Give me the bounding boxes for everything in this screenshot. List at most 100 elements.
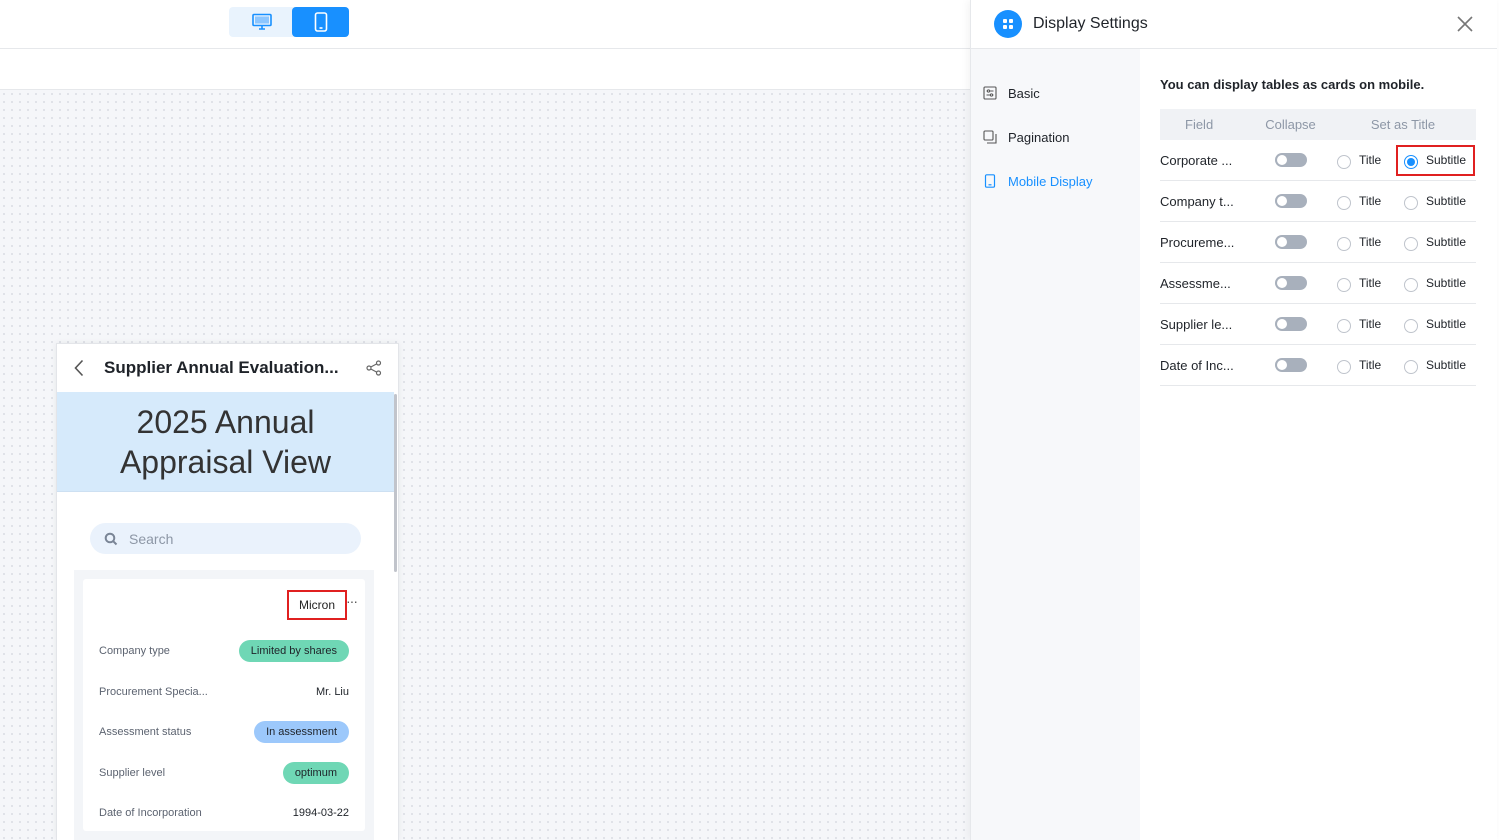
search-icon	[104, 532, 118, 545]
intro-text: You can display tables as cards on mobil…	[1160, 77, 1425, 92]
subtitle-radio[interactable]: Subtitle	[1396, 144, 1476, 176]
subtitle-radio[interactable]: Subtitle	[1396, 350, 1475, 381]
radio-label: Subtitle	[1426, 194, 1467, 208]
title-radio[interactable]: Title	[1337, 234, 1404, 251]
card-field-row: Supplier level optimum	[99, 753, 349, 794]
card-header: Micron	[99, 579, 349, 631]
collapse-cell	[1251, 317, 1330, 331]
title-radio-group: Title Subtitle	[1330, 309, 1476, 340]
radio-label: Subtitle	[1426, 317, 1467, 331]
radio-label: Title	[1359, 317, 1382, 331]
column-header-field: Field	[1185, 117, 1214, 132]
collapse-toggle[interactable]	[1274, 235, 1307, 249]
pagination-icon	[983, 130, 997, 144]
subtitle-radio[interactable]: Subtitle	[1396, 227, 1475, 258]
radio-dot	[1337, 236, 1351, 251]
search-input[interactable]: Search	[90, 523, 361, 554]
radio-label: Title	[1359, 235, 1382, 249]
back-button[interactable]	[71, 358, 87, 378]
desktop-view-button[interactable]	[233, 7, 290, 37]
subtitle-radio[interactable]: Subtitle	[1396, 309, 1475, 340]
close-button[interactable]	[1453, 12, 1477, 36]
card-subtitle: Micron	[286, 590, 347, 620]
subtitle-radio[interactable]: Subtitle	[1396, 186, 1475, 217]
field-cell: Date of Inc...	[1160, 358, 1251, 373]
mobile-view-button[interactable]	[292, 7, 349, 37]
status-badge: optimum	[282, 761, 349, 784]
panel-body: You can display tables as cards on mobil…	[1160, 49, 1476, 840]
nav-item-mobile-display[interactable]: Mobile Display	[971, 159, 1140, 203]
scrollbar[interactable]	[394, 394, 397, 572]
nav-item-basic[interactable]: Basic	[971, 71, 1140, 115]
title-radio[interactable]: Title	[1337, 316, 1404, 333]
field-cell: Assessme...	[1160, 276, 1251, 291]
nav-label: Basic	[1008, 85, 1040, 101]
field-cell: Corporate ...	[1160, 153, 1251, 168]
panel-header: Display Settings	[971, 0, 1497, 49]
radio-label: Title	[1359, 194, 1382, 208]
column-header-collapse: Collapse	[1265, 117, 1316, 132]
device-switch	[229, 7, 349, 37]
banner-line: Appraisal View	[119, 443, 332, 480]
field-name: Company t...	[1160, 193, 1234, 209]
collapse-toggle[interactable]	[1274, 153, 1307, 167]
radio-label: Title	[1359, 153, 1382, 167]
card-field-label: Date of Incorporation	[99, 807, 202, 820]
field-cell: Company t...	[1160, 194, 1251, 209]
radio-dot	[1404, 154, 1418, 169]
title-radio[interactable]: Title	[1337, 152, 1404, 169]
basic-settings-icon	[983, 86, 997, 100]
collapse-toggle[interactable]	[1274, 276, 1307, 290]
card-field-label: Assessment status	[99, 726, 192, 739]
radio-dot	[1404, 359, 1418, 374]
phone-page-title: Supplier Annual Evaluation...	[104, 358, 339, 377]
title-radio[interactable]: Title	[1337, 275, 1404, 292]
secondary-toolbar	[0, 49, 970, 90]
radio-label: Subtitle	[1426, 358, 1467, 372]
collapse-cell	[1251, 235, 1330, 249]
radio-label: Title	[1359, 276, 1382, 290]
table-row: Corporate ... Title Subtitle	[1160, 140, 1476, 181]
field-settings-table: Field Collapse Set as Title Corporate ..…	[1160, 109, 1476, 386]
subtitle-radio[interactable]: Subtitle	[1396, 268, 1475, 299]
table-row: Assessme... Title Subtitle	[1160, 263, 1476, 304]
card-field-row: Company type Limited by shares	[99, 631, 349, 672]
card-field-row: Date of Incorporation 1994-03-22	[99, 793, 349, 834]
record-card[interactable]: Micron ··· Company type Limited by shares…	[83, 579, 365, 831]
radio-dot	[1337, 154, 1351, 169]
field-name: Corporate ...	[1160, 152, 1233, 168]
title-radio-group: Title Subtitle	[1330, 227, 1476, 258]
field-name: Assessme...	[1160, 275, 1231, 291]
column-header-set-as-title: Set as Title	[1370, 117, 1436, 132]
table-row: Company t... Title Subtitle	[1160, 181, 1476, 222]
radio-dot	[1337, 195, 1351, 210]
collapse-toggle[interactable]	[1274, 194, 1307, 208]
radio-label: Subtitle	[1426, 276, 1467, 290]
collapse-toggle[interactable]	[1274, 317, 1307, 331]
banner: 2025 Annual Appraisal View	[57, 392, 394, 492]
top-toolbar	[0, 0, 970, 49]
field-name: Procureme...	[1160, 234, 1235, 250]
title-radio[interactable]: Title	[1337, 357, 1404, 374]
status-badge: Limited by shares	[238, 640, 349, 663]
nav-label: Mobile Display	[1008, 173, 1093, 189]
card-field-row: Procurement Specia... Mr. Liu	[99, 672, 349, 713]
radio-dot	[1404, 195, 1418, 210]
share-button[interactable]	[364, 358, 384, 378]
nav-label: Pagination	[1008, 129, 1070, 145]
radio-dot	[1404, 236, 1418, 251]
mobile-display-icon	[983, 174, 997, 188]
card-field-row: Assessment status In assessment	[99, 712, 349, 753]
more-icon[interactable]: ···	[346, 593, 358, 609]
title-radio[interactable]: Title	[1337, 193, 1404, 210]
field-name: Supplier le...	[1160, 316, 1233, 332]
collapse-toggle[interactable]	[1274, 358, 1307, 372]
radio-label: Title	[1359, 358, 1382, 372]
collapse-cell	[1251, 358, 1330, 372]
phone-content: 2025 Annual Appraisal View Search Micron…	[57, 392, 394, 840]
radio-dot	[1337, 318, 1351, 333]
nav-item-pagination[interactable]: Pagination	[971, 115, 1140, 159]
title-radio-group: Title Subtitle	[1330, 186, 1476, 217]
chevron-left-icon	[74, 359, 84, 377]
desktop-icon	[251, 13, 272, 30]
